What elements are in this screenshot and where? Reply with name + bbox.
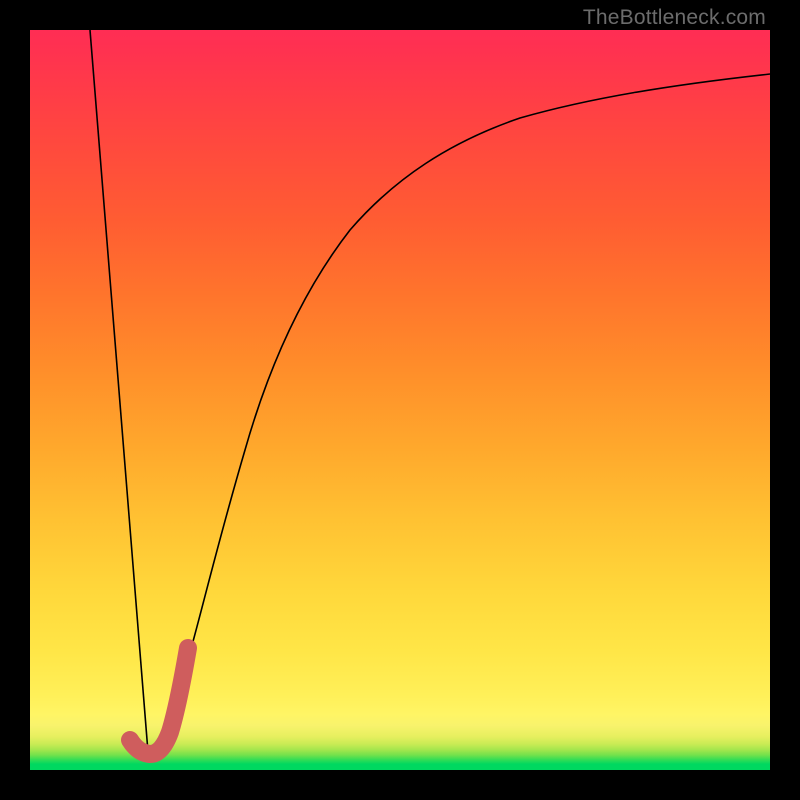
watermark-label: TheBottleneck.com xyxy=(583,6,766,30)
right-curve-line xyxy=(148,74,770,752)
red-marker-hook xyxy=(130,648,188,754)
chart-svg xyxy=(30,30,770,770)
left-descent-line xyxy=(90,30,148,752)
chart-frame: TheBottleneck.com xyxy=(0,0,800,800)
plot-area xyxy=(30,30,770,770)
